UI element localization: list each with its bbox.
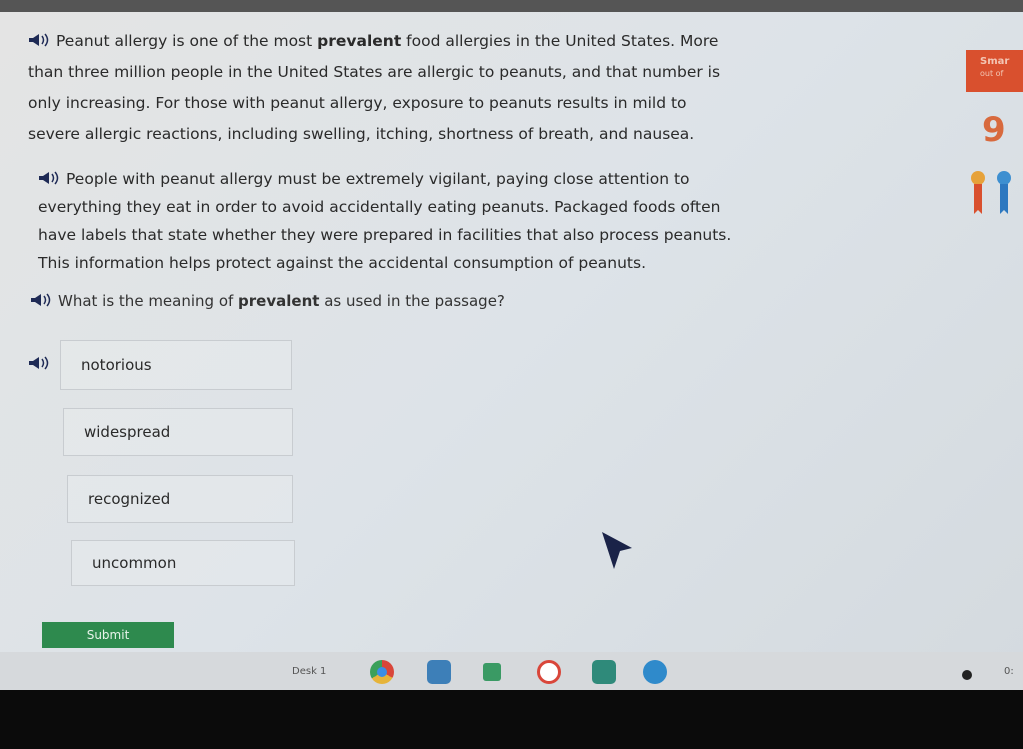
taskbar: Desk 1 0: xyxy=(0,652,1023,690)
app-icon[interactable] xyxy=(592,660,616,684)
smartscore-panel: Smar out of xyxy=(966,50,1023,92)
option-uncommon[interactable]: uncommon xyxy=(71,540,295,586)
passage-paragraph-1: Peanut allergy is one of the most preval… xyxy=(28,32,721,143)
desk-label[interactable]: Desk 1 xyxy=(292,666,326,677)
submit-button[interactable]: Submit xyxy=(42,622,174,648)
speaker-icon[interactable] xyxy=(28,33,50,47)
speaker-icon[interactable] xyxy=(30,293,52,307)
passage-paragraph-2: People with peanut allergy must be extre… xyxy=(38,170,732,272)
option-recognized[interactable]: recognized xyxy=(67,475,293,523)
screen-bezel xyxy=(0,690,1023,749)
option-widespread[interactable]: widespread xyxy=(63,408,293,456)
speaker-icon[interactable] xyxy=(38,171,60,185)
ribbon-icon xyxy=(971,171,1011,214)
screen: Peanut allergy is one of the most preval… xyxy=(0,0,1023,690)
option-notorious[interactable]: notorious xyxy=(60,340,292,390)
status-icon[interactable] xyxy=(962,670,972,680)
app-icon[interactable] xyxy=(643,660,667,684)
question-text: What is the meaning of prevalent as used… xyxy=(30,292,505,310)
clock[interactable]: 0: xyxy=(1004,666,1014,677)
window-top-bar xyxy=(0,0,1023,12)
chrome-icon[interactable] xyxy=(370,660,394,684)
score-value: 9 xyxy=(982,110,1006,150)
app-icon[interactable] xyxy=(537,660,561,684)
mouse-cursor-icon xyxy=(602,532,632,569)
classroom-icon[interactable] xyxy=(483,663,501,681)
app-icon[interactable] xyxy=(427,660,451,684)
speaker-icon[interactable] xyxy=(28,356,50,370)
